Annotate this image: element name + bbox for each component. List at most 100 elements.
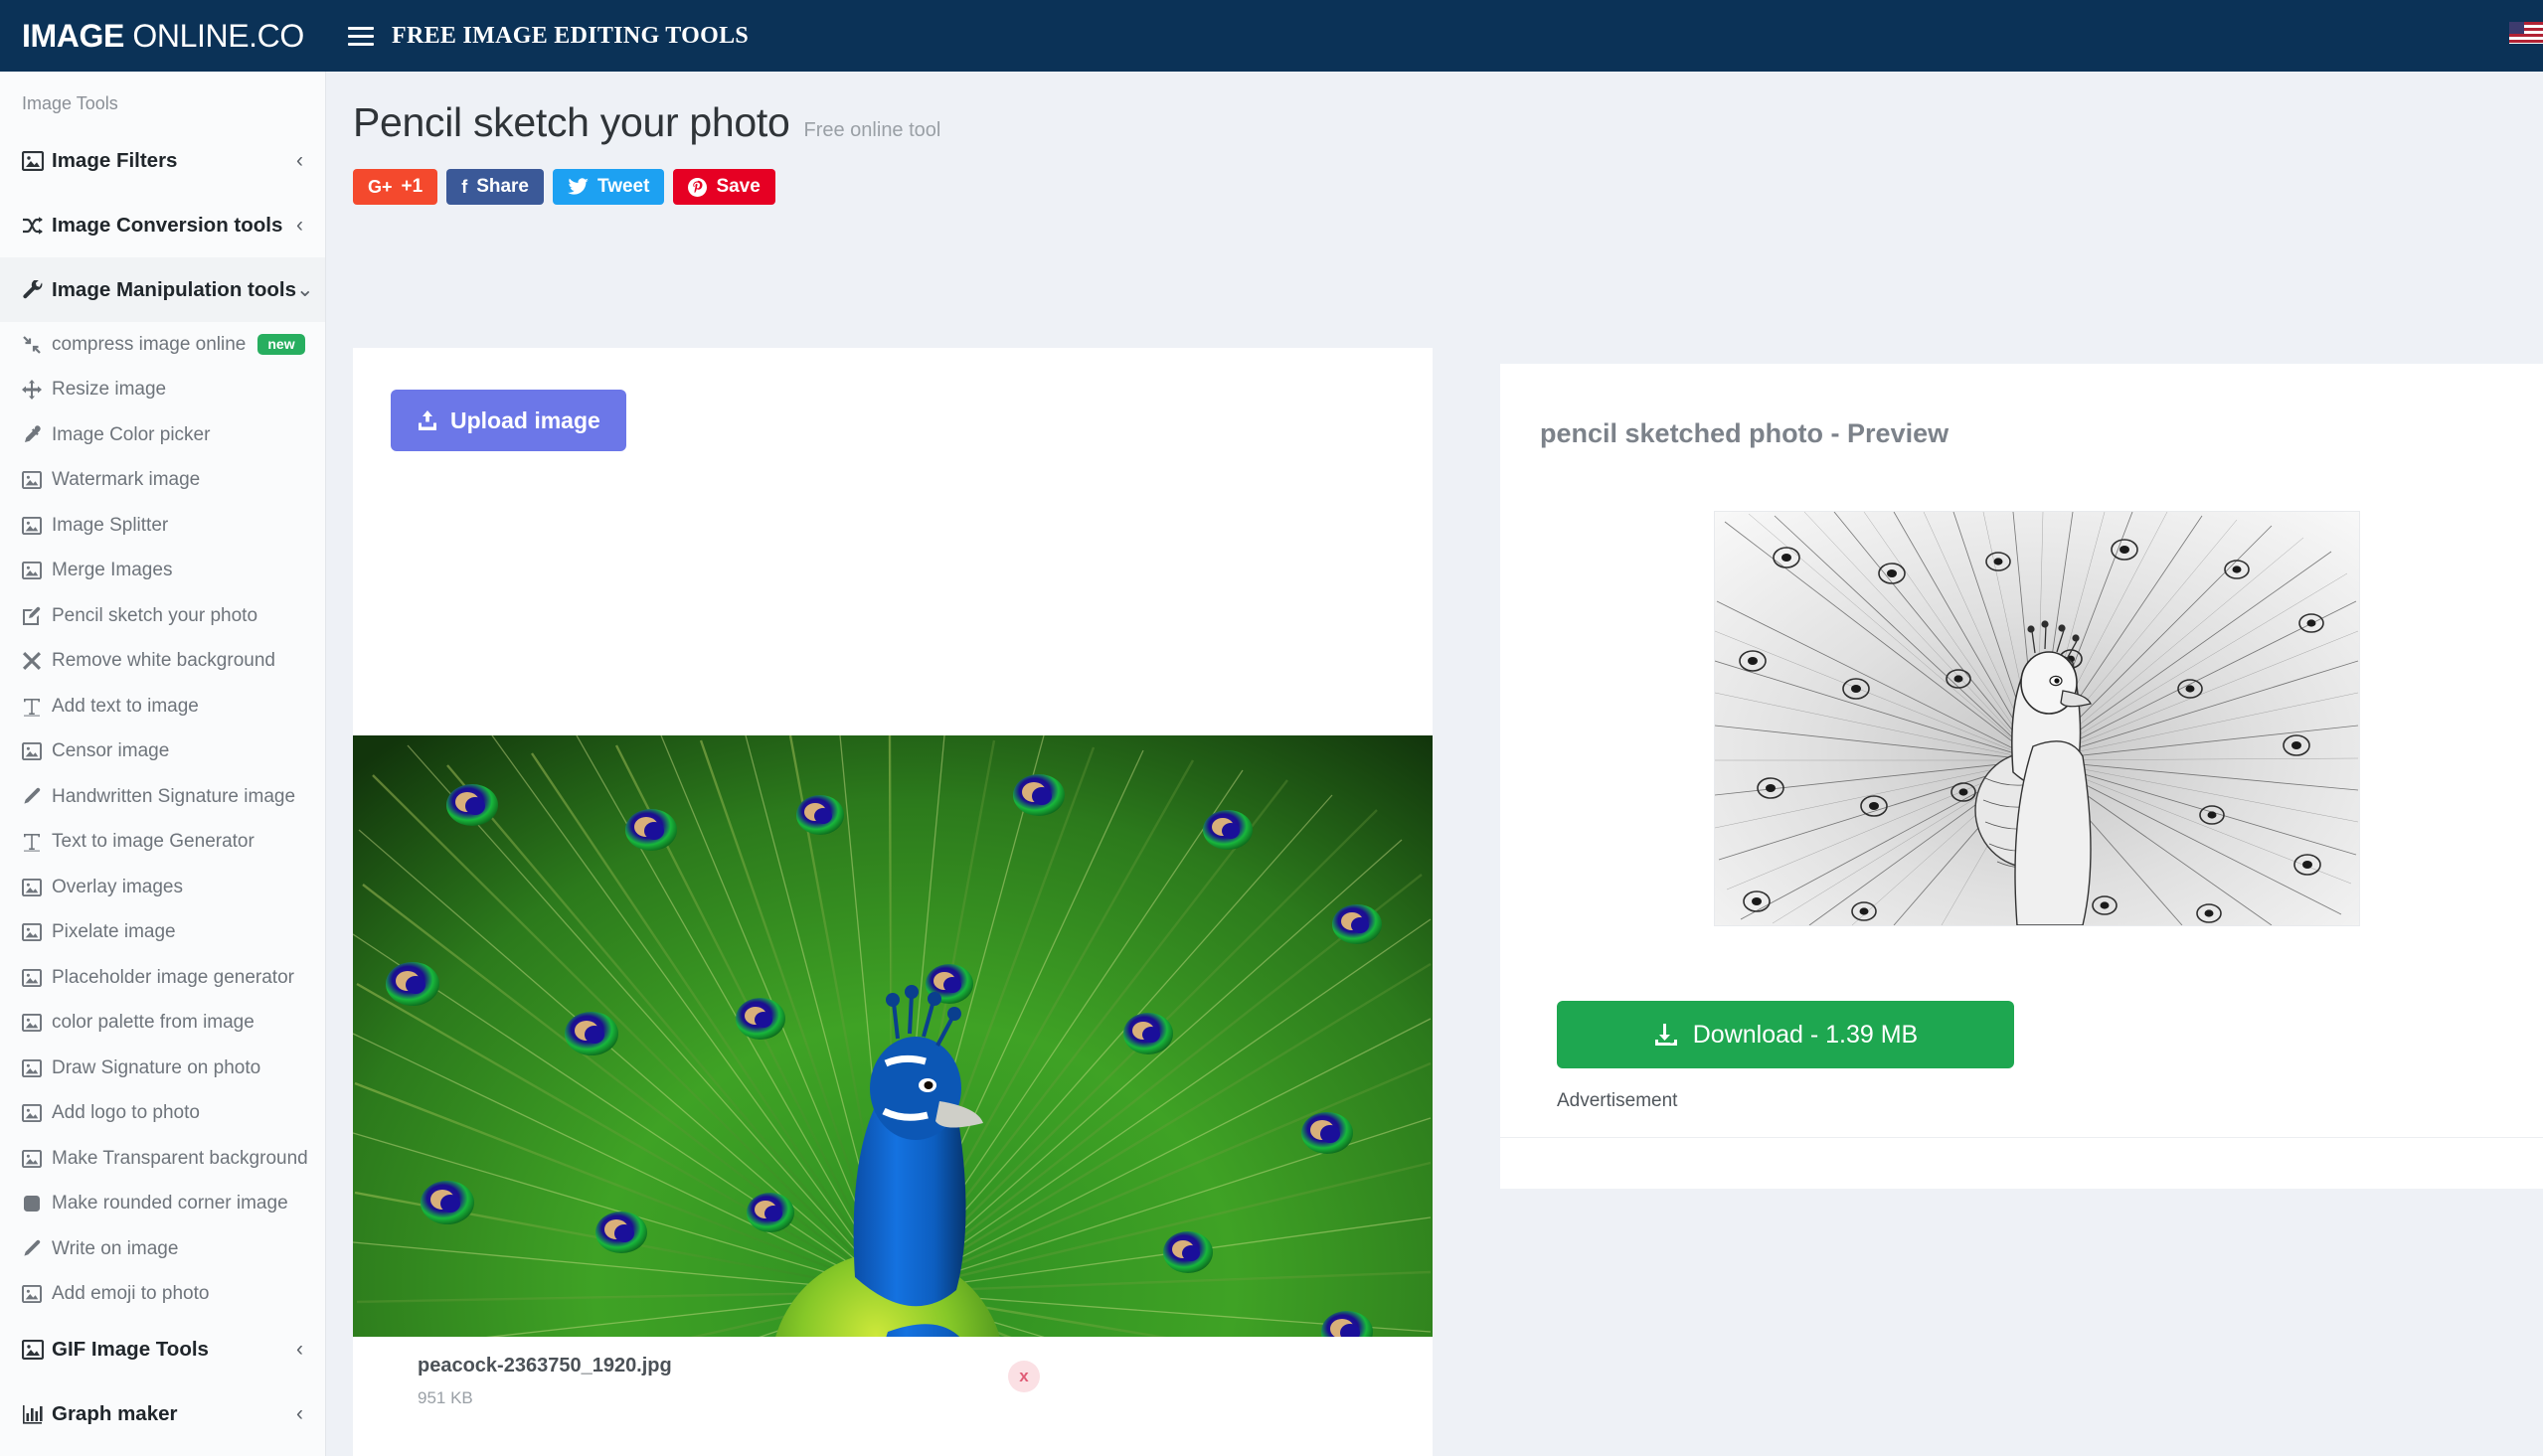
- pencil-icon: [22, 1239, 52, 1259]
- sidebar-group-gif-image-tools[interactable]: GIF Image Tools ‹: [0, 1317, 325, 1381]
- sidebar-item-label: Pixelate image: [52, 921, 176, 943]
- sidebar-item-label: Make Transparent background: [52, 1147, 308, 1169]
- sidebar-group-image-manipulation-tools[interactable]: Image Manipulation tools ⌄: [0, 257, 325, 322]
- bar-chart-icon: [22, 1404, 52, 1424]
- sidebar-group-image-conversion-tools[interactable]: Image Conversion tools ‹: [0, 193, 325, 257]
- main-content: Pencil sketch your photo Free online too…: [326, 72, 2543, 1456]
- upload-image-button[interactable]: Upload image: [391, 390, 626, 451]
- image-icon: [22, 1058, 52, 1077]
- image-icon: [22, 1149, 52, 1168]
- chevron-down-icon: ⌄: [296, 278, 314, 301]
- sidebar-item-label: Watermark image: [52, 469, 201, 491]
- sidebar-item-label: Image Splitter: [52, 514, 169, 536]
- sidebar-item-compress-image-online[interactable]: compress image online new: [0, 322, 325, 368]
- chevron-left-icon: ‹: [296, 1338, 303, 1361]
- sidebar-item-label: Add logo to photo: [52, 1102, 200, 1124]
- sidebar-item-draw-signature-on-photo[interactable]: Draw Signature on photo: [0, 1046, 325, 1091]
- us-flag-icon[interactable]: [2509, 22, 2543, 44]
- sidebar-item-label: Pencil sketch your photo: [52, 604, 258, 626]
- compress-icon: [22, 335, 52, 355]
- sidebar-heading: Image Tools: [22, 93, 118, 113]
- download-button[interactable]: Download - 1.39 MB: [1557, 1001, 2014, 1068]
- pencil-square-icon: [22, 606, 52, 626]
- panels-area: Upload image peacock-2363750_1920.jpg 95…: [353, 348, 2543, 1456]
- nav-title[interactable]: FREE IMAGE EDITING TOOLS: [392, 23, 749, 50]
- sidebar-item-text-to-image-generator[interactable]: Text to image Generator: [0, 820, 325, 866]
- upload-panel: Upload image peacock-2363750_1920.jpg 95…: [353, 348, 1433, 1456]
- pinterest-share-button[interactable]: Save: [673, 169, 775, 205]
- advertisement-label: Advertisement: [1557, 1090, 1678, 1111]
- image-icon: [22, 1104, 52, 1123]
- text-icon: [22, 697, 52, 717]
- page-title: Pencil sketch your photo: [353, 99, 790, 145]
- sidebar-item-label: Add emoji to photo: [52, 1283, 210, 1305]
- share-button-label: Tweet: [597, 176, 650, 197]
- file-name: peacock-2363750_1920.jpg: [418, 1355, 672, 1376]
- logo-bold-text: IMAGE: [22, 17, 124, 54]
- sidebar-item-handwritten-signature-image[interactable]: Handwritten Signature image: [0, 774, 325, 820]
- sidebar-item-label: Overlay images: [52, 876, 183, 897]
- twitter-share-button[interactable]: Tweet: [553, 169, 665, 205]
- hamburger-icon[interactable]: [348, 23, 374, 49]
- image-icon: [22, 1339, 52, 1360]
- sidebar-item-remove-white-background[interactable]: Remove white background: [0, 639, 325, 685]
- share-button-label: +1: [401, 176, 424, 197]
- sidebar-item-image-splitter[interactable]: Image Splitter: [0, 503, 325, 549]
- preview-title: pencil sketched photo - Preview: [1540, 418, 1950, 448]
- sidebar-item-merge-images[interactable]: Merge Images: [0, 549, 325, 594]
- image-icon: [22, 150, 52, 171]
- google-plus-icon: G+: [368, 177, 393, 197]
- sidebar-item-watermark-image[interactable]: Watermark image: [0, 458, 325, 504]
- sidebar-group-image-filters[interactable]: Image Filters ‹: [0, 128, 325, 193]
- google-plus-share-button[interactable]: G+ +1: [353, 169, 438, 205]
- image-icon: [22, 471, 52, 490]
- sidebar-item-label: Draw Signature on photo: [52, 1056, 261, 1078]
- sidebar-item-resize-image[interactable]: Resize image: [0, 368, 325, 413]
- text-icon: [22, 832, 52, 852]
- sidebar-item-label: Text to image Generator: [52, 831, 254, 853]
- sidebar-item-label: Handwritten Signature image: [52, 785, 296, 807]
- pencil-sketch-preview-image[interactable]: [1714, 511, 2360, 926]
- new-badge: new: [257, 334, 305, 356]
- file-size: 951 KB: [418, 1388, 473, 1407]
- shuffle-icon: [22, 216, 52, 236]
- image-icon: [22, 516, 52, 535]
- site-logo[interactable]: IMAGE ONLINE.CO: [0, 18, 326, 55]
- download-icon: [1653, 1023, 1679, 1047]
- sidebar-item-color-palette-from-image[interactable]: color palette from image: [0, 1001, 325, 1047]
- sidebar-item-label: Censor image: [52, 740, 170, 762]
- rounded-square-icon: [22, 1195, 52, 1213]
- sidebar-item-add-logo-to-photo[interactable]: Add logo to photo: [0, 1091, 325, 1137]
- pencil-sketch-graphic: [1715, 512, 2359, 925]
- sidebar-item-label: Resize image: [52, 379, 167, 401]
- sidebar-item-add-emoji-to-photo[interactable]: Add emoji to photo: [0, 1272, 325, 1318]
- upload-area: Upload image: [353, 348, 1433, 451]
- image-icon: [22, 878, 52, 896]
- sidebar-item-image-color-picker[interactable]: Image Color picker: [0, 412, 325, 458]
- sidebar-item-pencil-sketch-your-photo[interactable]: Pencil sketch your photo: [0, 593, 325, 639]
- sidebar-group-graph-maker[interactable]: Graph maker ‹: [0, 1381, 325, 1446]
- sidebar-item-censor-image[interactable]: Censor image: [0, 729, 325, 775]
- download-button-label: Download - 1.39 MB: [1692, 1020, 1919, 1049]
- sidebar-item-make-transparent-background[interactable]: Make Transparent background: [0, 1136, 325, 1182]
- sidebar-item-pixelate-image[interactable]: Pixelate image: [0, 910, 325, 956]
- page-subtitle: Free online tool: [803, 119, 941, 141]
- sidebar-item-make-rounded-corner-image[interactable]: Make rounded corner image: [0, 1182, 325, 1227]
- remove-file-button[interactable]: x: [1008, 1361, 1040, 1392]
- twitter-icon: [568, 178, 589, 196]
- sidebar-item-label: color palette from image: [52, 1012, 254, 1034]
- sidebar-item-placeholder-image-generator[interactable]: Placeholder image generator: [0, 955, 325, 1001]
- facebook-share-button[interactable]: f Share: [446, 169, 544, 205]
- sidebar-item-label: Placeholder image generator: [52, 966, 294, 988]
- top-header-bar: IMAGE ONLINE.CO FREE IMAGE EDITING TOOLS: [0, 0, 2543, 72]
- image-icon: [22, 1285, 52, 1304]
- sidebar-item-label: Make rounded corner image: [52, 1193, 288, 1214]
- sidebar-item-add-text-to-image[interactable]: Add text to image: [0, 684, 325, 729]
- eyedropper-icon: [22, 425, 52, 445]
- sidebar-item-write-on-image[interactable]: Write on image: [0, 1226, 325, 1272]
- wrench-icon: [22, 279, 52, 300]
- sidebar-item-overlay-images[interactable]: Overlay images: [0, 865, 325, 910]
- logo-light-text: ONLINE.CO: [123, 17, 304, 54]
- page-title-row: Pencil sketch your photo Free online too…: [326, 72, 2543, 146]
- facebook-icon: f: [461, 177, 468, 197]
